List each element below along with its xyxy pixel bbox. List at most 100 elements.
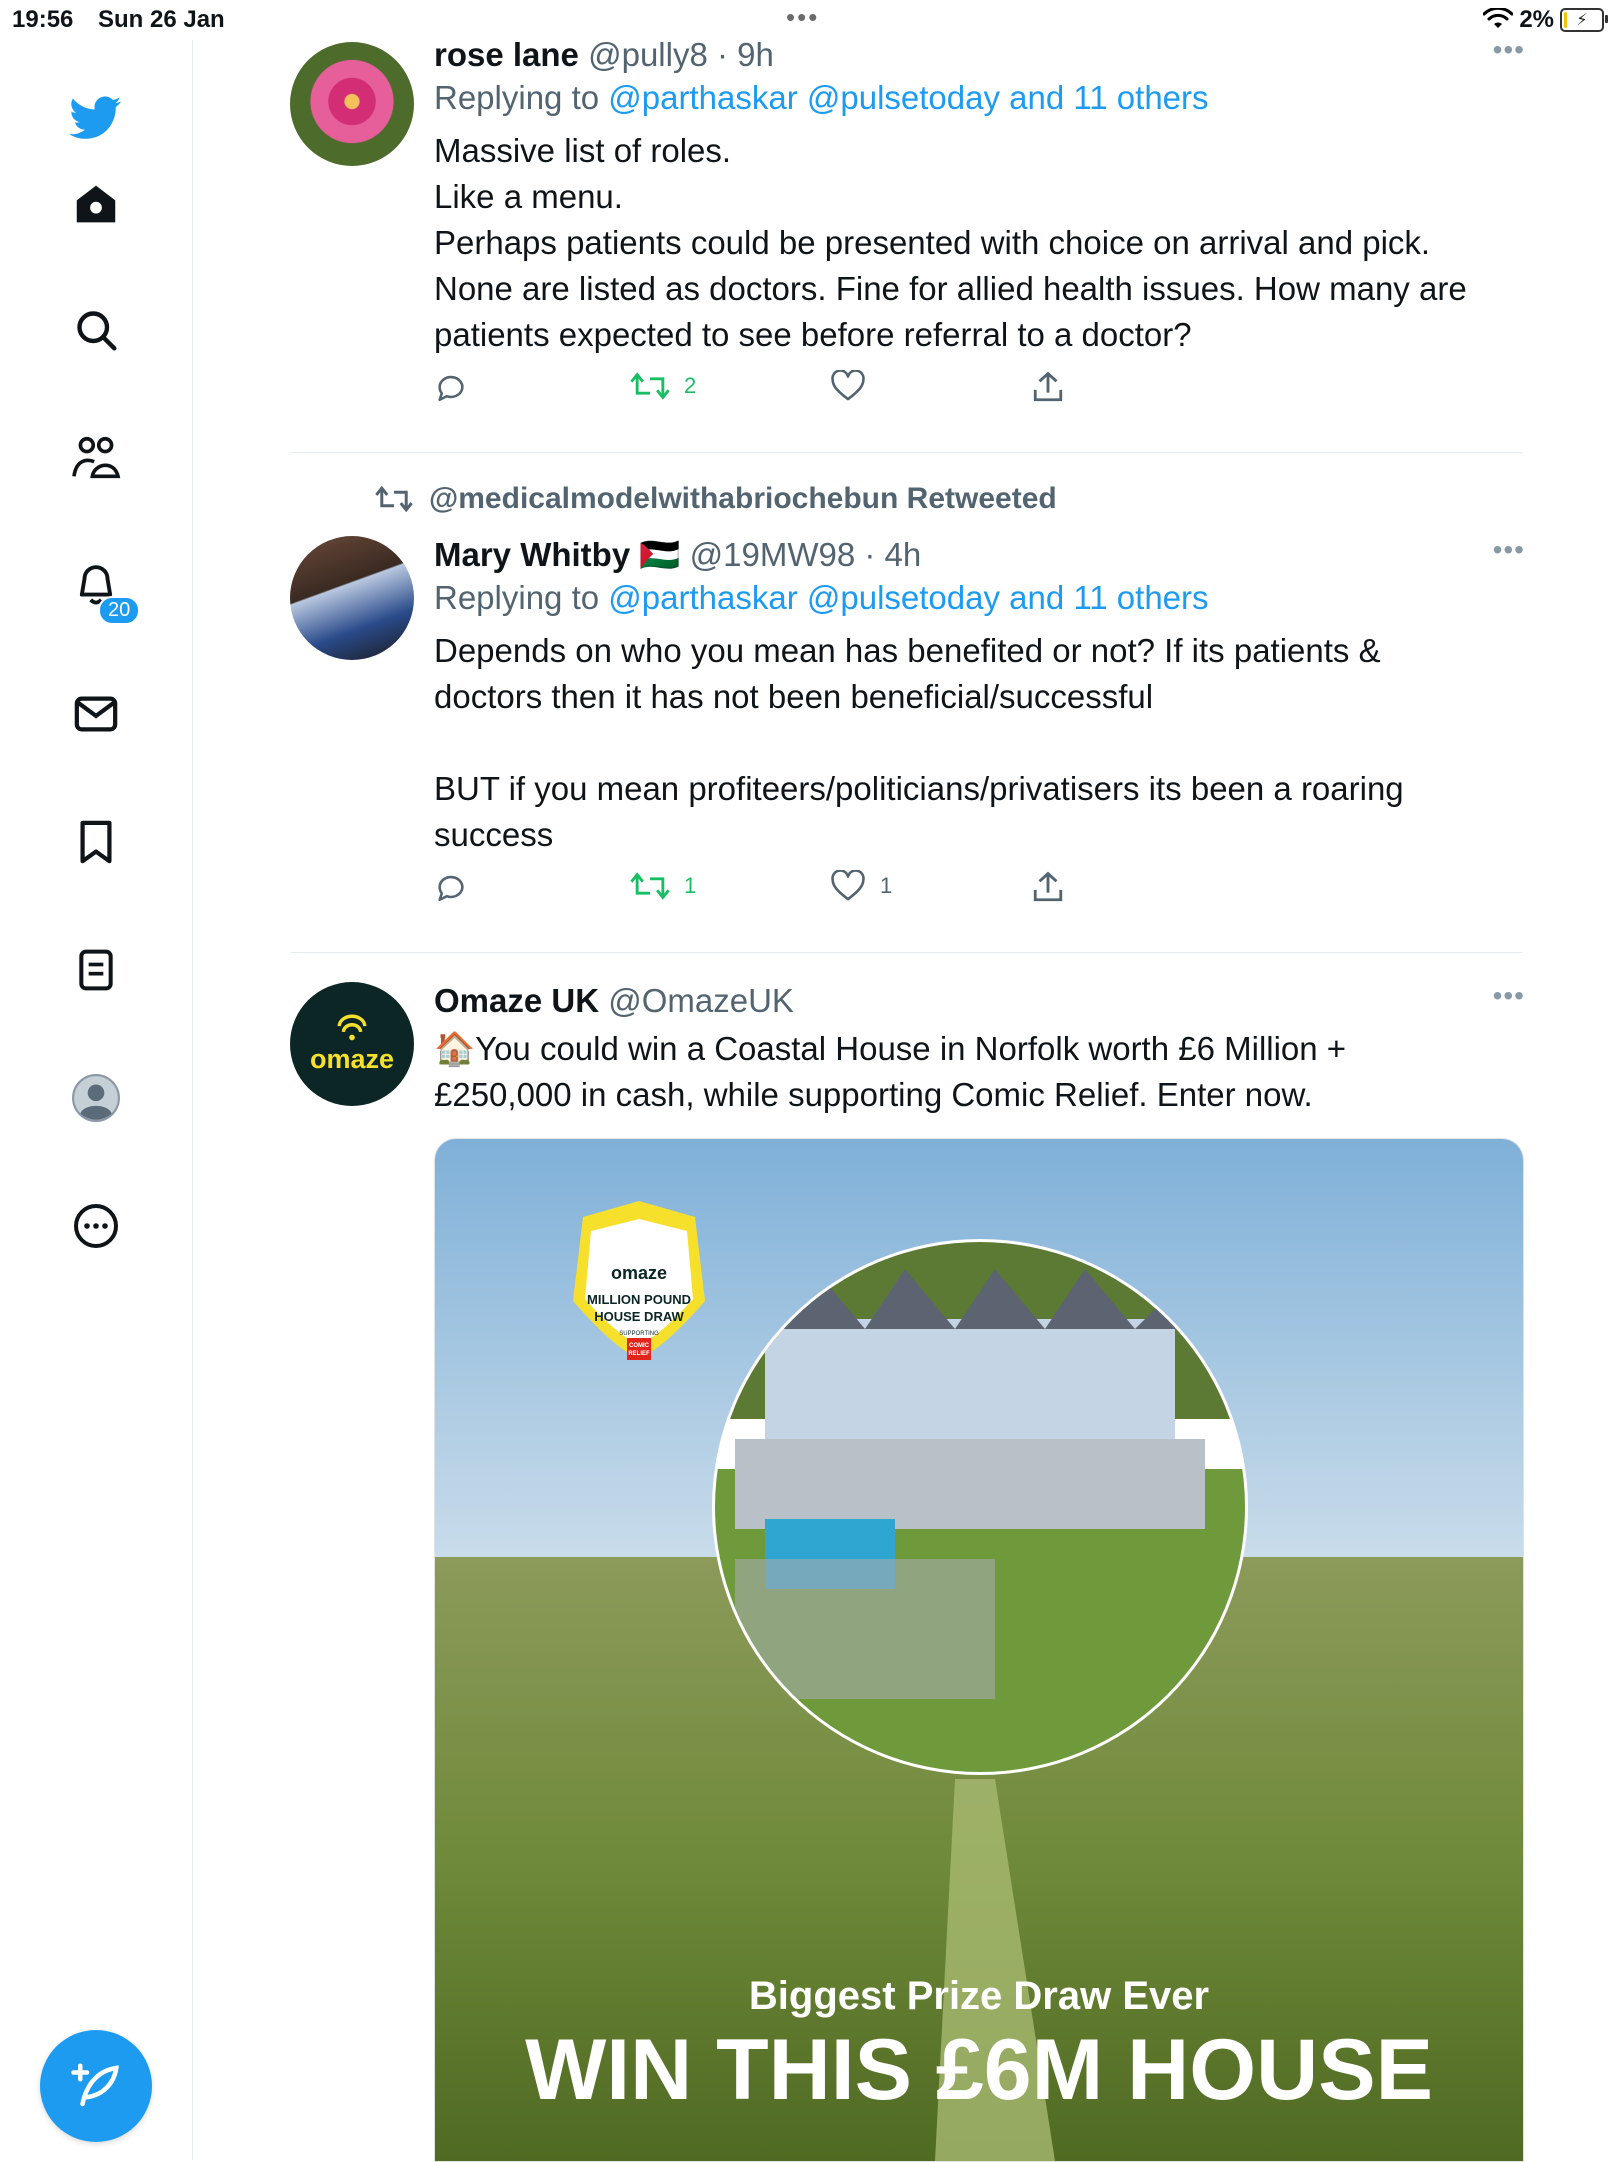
avatar[interactable]	[290, 536, 414, 660]
avatar[interactable]	[290, 42, 414, 166]
tweet-text-line: doctors then it has not been beneficial/…	[434, 678, 1154, 715]
badge-brand: omaze	[611, 1263, 667, 1283]
retweet-icon	[630, 872, 670, 900]
author-name[interactable]: Mary Whitby	[434, 536, 630, 573]
messages-icon[interactable]	[66, 684, 126, 744]
share-button[interactable]	[1032, 870, 1064, 904]
tweet-text-line: None are listed as doctors. Fine for all…	[434, 270, 1467, 307]
tweet-text-line: Like a menu.	[434, 178, 623, 215]
replying-prefix: Replying to	[434, 79, 600, 116]
share-icon	[1033, 371, 1063, 402]
replying-to-links[interactable]: @parthaskar @pulsetoday and 11 others	[608, 579, 1208, 616]
tweet-text-line: patients expected to see before referral…	[434, 316, 1192, 353]
retweet-button[interactable]: 2	[630, 370, 696, 402]
share-button[interactable]	[1032, 370, 1064, 404]
tweet-more-icon[interactable]: •••	[1493, 34, 1525, 66]
reply-icon	[438, 375, 464, 402]
tweet-actions: 1 1	[434, 870, 1525, 914]
author-name[interactable]: Omaze UK	[434, 982, 599, 1019]
compose-icon	[71, 2063, 119, 2107]
ad-illustration: omaze MILLION POUND HOUSE DRAW SUPPORTIN…	[435, 1139, 1523, 2161]
twitter-bird-icon[interactable]	[66, 88, 126, 148]
like-button[interactable]	[830, 370, 866, 402]
house-emoji: 🏠	[434, 1030, 476, 1067]
home-icon[interactable]	[66, 174, 126, 234]
heart-icon	[831, 370, 865, 401]
replying-to: Replying to @parthaskar @pulsetoday and …	[434, 576, 1525, 620]
multitasking-dots-icon[interactable]: •••	[786, 2, 819, 33]
profile-icon[interactable]	[66, 1068, 126, 1128]
retweet-button[interactable]: 1	[630, 870, 696, 902]
tweet-more-icon[interactable]: •••	[1493, 534, 1525, 566]
more-icon[interactable]	[66, 1196, 126, 1256]
compose-button[interactable]	[40, 2030, 152, 2142]
tweet-header: Mary Whitby 🇵🇸 @19MW98 · 4h	[434, 534, 1525, 576]
tweet-time[interactable]: 9h	[737, 36, 774, 73]
author-handle[interactable]: @OmazeUK	[608, 982, 794, 1019]
replying-to-links[interactable]: @parthaskar @pulsetoday and 11 others	[608, 79, 1208, 116]
like-button[interactable]: 1	[830, 870, 892, 902]
reply-button[interactable]	[434, 870, 468, 904]
tweet-text-line: Massive list of roles.	[434, 132, 732, 169]
tweet-text: Massive list of roles. Like a menu. Perh…	[434, 128, 1525, 358]
tweet-header: Omaze UK @OmazeUK	[434, 980, 1525, 1022]
retweeted-by-label: @medicalmodelwithabriochebun Retweeted	[429, 482, 1057, 515]
lists-icon[interactable]	[66, 940, 126, 1000]
ad-big-text: WIN THIS £6M HOUSE	[525, 2022, 1433, 2118]
bookmarks-icon[interactable]	[66, 812, 126, 872]
tweet-more-icon[interactable]: •••	[1493, 980, 1525, 1012]
retweeted-by[interactable]: @medicalmodelwithabriochebun Retweeted	[375, 482, 1057, 516]
separator-dot: ·	[717, 36, 728, 73]
avatar[interactable]: omaze	[290, 982, 414, 1106]
charity-name-2: RELIEF	[628, 1351, 650, 1357]
status-indicators: 2% ⚡	[1483, 6, 1608, 34]
ad-headline: Biggest Prize Draw Ever	[749, 1974, 1209, 2018]
tweet-time[interactable]: 4h	[885, 536, 922, 573]
status-time: 19:56	[12, 6, 74, 33]
author-name[interactable]: rose lane	[434, 36, 579, 73]
separator-dot: ·	[864, 536, 876, 573]
charity-name-1: COMIC	[629, 1343, 650, 1349]
tweet-text: Depends on who you mean has benefited or…	[434, 628, 1525, 858]
notifications-badge: 20	[98, 596, 141, 625]
status-date: Sun 26 Jan	[98, 6, 225, 33]
like-count: 1	[880, 873, 893, 898]
battery-percent: 2%	[1519, 6, 1554, 33]
retweet-icon	[375, 485, 413, 513]
flag-emoji: 🇵🇸	[639, 536, 681, 573]
reply-button[interactable]	[434, 370, 468, 404]
tweet-text-line: success	[434, 816, 554, 853]
badge-title-2: HOUSE DRAW	[594, 1309, 684, 1324]
avatar-brand: omaze	[309, 1043, 395, 1074]
tweet-text-line: 🏠You could win a Coastal House in Norfol…	[434, 1030, 1347, 1067]
replying-to: Replying to @parthaskar @pulsetoday and …	[434, 76, 1525, 120]
wifi-icon	[1483, 8, 1514, 28]
badge-title-1: MILLION POUND	[587, 1292, 691, 1307]
battery-charging-icon: ⚡	[1560, 8, 1608, 32]
tweet-actions: 2	[434, 370, 1525, 414]
tweet-text-line	[434, 720, 1525, 766]
sidebar: 20	[0, 40, 193, 2160]
ad-image[interactable]: omaze MILLION POUND HOUSE DRAW SUPPORTIN…	[434, 1138, 1524, 2162]
tweet-text-line: £250,000 in cash, while supporting Comic…	[434, 1076, 1313, 1113]
tweet-text-line: Perhaps patients could be presented with…	[434, 224, 1431, 261]
search-icon[interactable]	[66, 300, 126, 360]
share-icon	[1033, 871, 1063, 902]
tweet-text-line: BUT if you mean profiteers/politicians/p…	[434, 770, 1404, 807]
replying-prefix: Replying to	[434, 579, 600, 616]
reply-icon	[438, 875, 464, 902]
tweet-divider	[290, 952, 1522, 953]
retweet-icon	[630, 372, 670, 400]
heart-icon	[831, 870, 865, 901]
tweet-text-line: Depends on who you mean has benefited or…	[434, 632, 1381, 669]
retweet-count: 2	[684, 373, 697, 398]
author-handle[interactable]: @19MW98	[690, 536, 856, 573]
retweet-count: 1	[684, 873, 697, 898]
badge-supporting: SUPPORTING	[619, 1331, 659, 1337]
tweet-text: 🏠You could win a Coastal House in Norfol…	[434, 1026, 1525, 1118]
omaze-logo-icon	[337, 1014, 367, 1040]
communities-icon[interactable]	[66, 428, 126, 488]
tweet-divider	[290, 452, 1522, 453]
author-handle[interactable]: @pully8	[588, 36, 708, 73]
tweet-header: rose lane @pully8 · 9h	[434, 34, 1525, 76]
